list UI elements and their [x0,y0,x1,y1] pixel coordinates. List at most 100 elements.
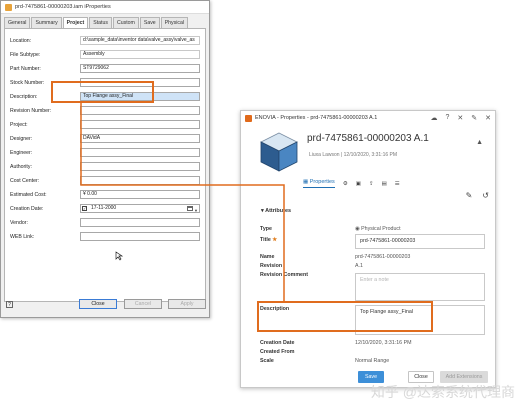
cost-center-field[interactable] [80,176,200,185]
creation-date-picker[interactable]: ✓ 17-11-2000 ▼ [80,204,200,213]
revision-comment-label: Revision Comment [260,272,308,278]
location-value: d:\sample_data\inventor data\valve_assy\… [80,36,200,45]
file-subtype-label: File Subtype: [10,51,41,58]
creation-date-label: Creation Date: [10,205,44,212]
title-label: Title ★ [260,237,355,243]
project-field[interactable] [80,120,200,129]
watermark-text: 知乎 @达索系统代理商 [370,384,515,400]
web-link-label: WEB Link: [10,233,35,240]
history-tab-icon[interactable]: ▤ [382,181,387,187]
vendor-label: Vendor: [10,219,28,226]
revision-row: Revision A.1 [260,263,485,269]
tab-physical[interactable]: Physical [160,17,189,28]
revision-comment-field[interactable]: Enter a note [355,273,485,301]
creation-date-value: 12/10/2020, 3:31:16 PM [355,340,412,346]
settings-icon[interactable]: ✕ [457,114,463,122]
cost-center-label: Cost Center: [10,177,40,184]
help-icon[interactable]: ? [6,300,13,308]
web-link-field[interactable] [80,232,200,241]
cancel-button[interactable]: Cancel [124,299,162,309]
undo-icon[interactable]: ↺ [482,191,489,200]
titlebar-actions: ☁ ? ✕ ✎ ✕ [430,114,491,122]
calendar-icon[interactable] [187,206,193,211]
part-number-label: Part Number: [10,65,41,72]
close-icon[interactable]: ✕ [485,114,491,122]
mouse-cursor-icon [115,251,123,261]
authority-field[interactable] [80,162,200,171]
name-value: prd-7475861-00000203 [355,254,411,260]
share-tab-icon[interactable]: ⇪ [369,181,374,187]
title-field[interactable]: prd-7475861-00000203 [355,234,485,249]
type-value-text: Physical Product [361,226,401,232]
location-row: Location: d:\sample_data\inventor data\v… [10,35,200,46]
title-label-text: Title [260,237,271,243]
project-tab-panel: Location: d:\sample_data\inventor data\v… [4,28,206,302]
web-link-row: WEB Link: [10,231,200,242]
inventor-app-icon [5,3,12,11]
edit-icon[interactable]: ✎ [466,191,473,200]
cloud-icon[interactable]: ☁ [430,114,437,122]
estimated-cost-row: Estimated Cost: ¥ 0.00 [10,189,200,200]
attributes-label: Attributes [265,208,292,214]
revision-number-field[interactable] [80,106,200,115]
description-field[interactable]: Top Flange assy_Final [355,305,485,335]
tab-status[interactable]: Status [89,17,112,28]
scale-value: Normal Range [355,358,390,364]
object-revision: A.1 [413,133,429,144]
revision-label: Revision [260,263,283,269]
close-button[interactable]: Close [79,299,117,309]
engineer-field[interactable] [80,148,200,157]
structure-tab-icon[interactable]: ⚙ [343,181,348,187]
date-enable-checkbox[interactable]: ✓ [82,206,87,211]
properties-tab-label: Properties [309,179,335,185]
description-field[interactable]: Top Flange assy_Final [80,92,200,101]
tab-general[interactable]: General [4,17,31,28]
part-number-field[interactable]: ST9729062 [80,64,200,73]
vendor-row: Vendor: [10,217,200,228]
designer-label: Designer: [10,135,33,142]
chevron-down-icon[interactable]: ▼ [194,207,198,212]
owner-line: Liuxa Lawson | 12/10/2020, 3:31:16 PM [309,152,398,158]
designer-field[interactable]: DAVidA [80,134,200,143]
stock-number-field[interactable] [80,78,200,87]
engineer-row: Engineer: [10,147,200,158]
dialog-titlebar: prd-7475861-00000203.iam iProperties [1,1,209,14]
created-from-row: Created From [260,349,485,355]
apply-button[interactable]: Apply [168,299,206,309]
vendor-field[interactable] [80,218,200,227]
tab-project[interactable]: Project [62,17,89,28]
attributes-section-header[interactable]: ▾ Attributes [261,208,291,214]
revision-number-label: Revision Number: [10,107,52,114]
creation-date-row: Creation Date 12/10/2020, 3:31:16 PM [260,340,485,346]
part-number-row: Part Number: ST9729062 [10,63,200,74]
product-cube-thumbnail [260,132,298,172]
description-label: Description [260,306,290,312]
tab-strip: General Summary Project Status Custom Sa… [1,14,209,28]
stock-number-row: Stock Number: [10,77,200,88]
relations-tab-icon[interactable]: ☰ [395,181,400,187]
description-label: Description: [10,93,38,100]
name-label: Name [260,254,275,260]
creation-date-label: Creation Date [260,340,295,346]
description-row: Description: Top Flange assy_Final [10,91,200,102]
object-name: prd-7475861-00000203 [307,133,412,144]
collapse-header-icon[interactable]: ▲ [476,139,483,146]
help-icon[interactable]: ? [445,114,449,122]
engineer-label: Engineer: [10,149,33,156]
estimated-cost-label: Estimated Cost: [10,191,47,198]
type-label: Type [260,226,272,232]
file-subtype-row: File Subtype: Assembly [10,49,200,60]
stock-number-label: Stock Number: [10,79,45,86]
project-label: Project: [10,121,28,128]
tab-custom[interactable]: Custom [112,17,139,28]
print-tab-icon[interactable]: ▣ [356,181,361,187]
tab-summary[interactable]: Summary [31,17,62,28]
revision-value: A.1 [355,263,363,269]
tab-save[interactable]: Save [139,17,160,28]
authority-row: Authority: [10,161,200,172]
pin-icon[interactable]: ✎ [471,114,477,122]
edit-tools: ✎ ↺ [466,191,489,200]
location-label: Location: [10,37,32,44]
tab-properties[interactable]: ▦ Properties [303,179,335,188]
estimated-cost-field[interactable]: ¥ 0.00 [80,190,200,199]
